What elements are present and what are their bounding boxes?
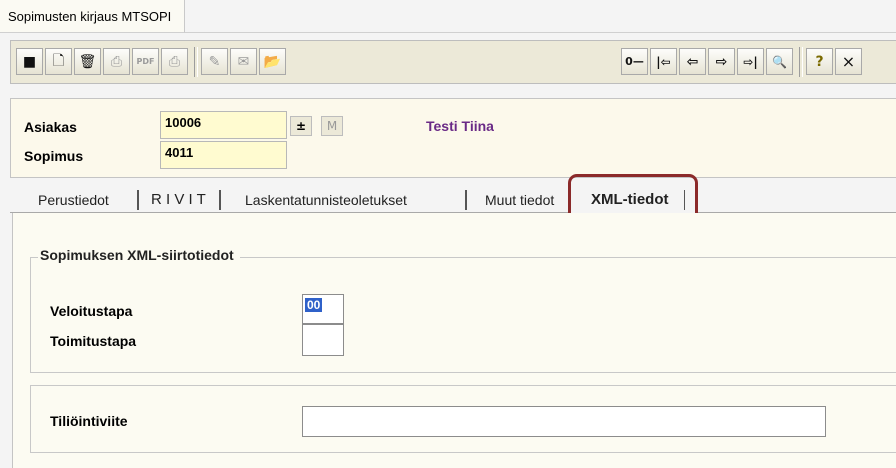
tab-separator [137,190,139,210]
tab-muut-tiedot[interactable]: Muut tiedot [485,192,554,208]
veloitustapa-field[interactable]: 00 [302,294,344,324]
contract-field[interactable]: 4011 [160,141,287,169]
search-binoculars-icon[interactable]: 🔍 [766,48,793,75]
tabstrip-divider [185,32,896,33]
xml-section-title: Sopimuksen XML-siirtotiedot [38,247,240,263]
print-icon[interactable]: ⎙ [103,48,130,75]
tiliointiviite-field[interactable] [302,406,826,437]
tab-laskentatunnisteoletukset[interactable]: Laskentatunnisteoletukset [245,192,407,208]
pdf-icon[interactable]: PDF [132,48,159,75]
next-record-icon[interactable]: ⇨ [708,48,735,75]
toolbar-separator [194,47,198,77]
note-icon[interactable]: ✉ [230,48,257,75]
customer-field[interactable]: 10006 [160,111,287,139]
m-button[interactable]: M [321,116,343,136]
toimitustapa-field[interactable] [302,324,344,356]
customer-label: Asiakas [24,119,77,135]
customer-header [10,98,896,178]
delete-icon[interactable]: 🗑 [74,48,101,75]
open-folder-icon[interactable]: 📂 [259,48,286,75]
tab-separator [465,190,467,210]
tab-rivit[interactable]: R I V I T [151,191,206,208]
tiliointiviite-label: Tiliöintiviite [50,413,128,429]
first-record-icon[interactable]: |⇦ [650,48,677,75]
tab-perustiedot[interactable]: Perustiedot [38,192,109,208]
veloitustapa-value: 00 [305,298,323,312]
new-document-icon[interactable]: 🗋 [45,48,72,75]
customer-name: Testi Tiina [426,118,494,134]
edit-icon[interactable]: ✎ [201,48,228,75]
toimitustapa-label: Toimitustapa [50,333,137,349]
close-icon[interactable]: × [835,48,862,75]
contract-label: Sopimus [24,148,84,164]
print-preview-icon[interactable]: ⎙ [161,48,188,75]
help-icon[interactable]: ? [806,48,833,75]
toolbar-separator [799,47,803,77]
toolbar: ■ 🗋 🗑 ⎙ PDF ⎙ ✎ ✉ 📂 0— |⇦ ⇦ ⇨ ⇨| 🔍 ? × [10,40,896,84]
window-tab-title: Sopimusten kirjaus MTSOPI [8,9,172,24]
save-icon[interactable]: ■ [16,48,43,75]
last-record-icon[interactable]: ⇨| [737,48,764,75]
tab-separator [219,190,221,210]
window-tab[interactable]: Sopimusten kirjaus MTSOPI [0,0,185,33]
veloitustapa-label: Veloitustapa [50,303,133,319]
key-icon[interactable]: 0— [621,48,648,75]
previous-record-icon[interactable]: ⇦ [679,48,706,75]
down-arrow-button[interactable]: ± [290,116,312,136]
xml-groupbox [30,257,896,373]
